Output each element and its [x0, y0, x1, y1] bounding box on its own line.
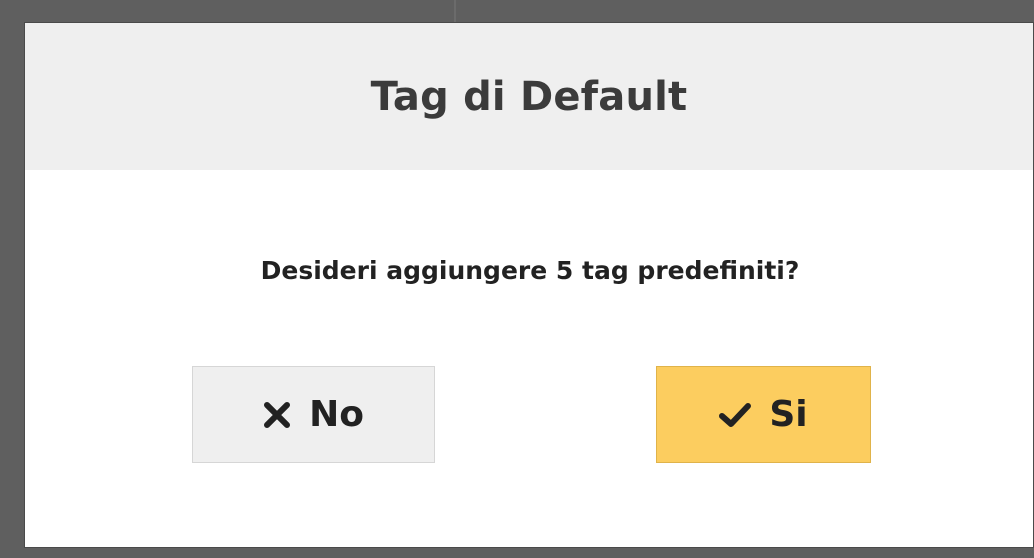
yes-button-label: Si — [769, 394, 808, 435]
dialog-header: Tag di Default — [25, 23, 1033, 170]
yes-button[interactable]: Si — [656, 366, 871, 463]
check-icon — [719, 401, 752, 429]
dialog-body: Desideri aggiungere 5 tag predefiniti? N… — [25, 170, 1033, 548]
dialog-title: Tag di Default — [370, 73, 688, 120]
backdrop-divider — [454, 0, 456, 22]
no-button-label: No — [309, 394, 364, 435]
dialog-message: Desideri aggiungere 5 tag predefiniti? — [260, 256, 800, 285]
close-icon — [263, 401, 291, 429]
confirm-dialog: Tag di Default Desideri aggiungere 5 tag… — [24, 22, 1034, 548]
no-button[interactable]: No — [192, 366, 435, 463]
